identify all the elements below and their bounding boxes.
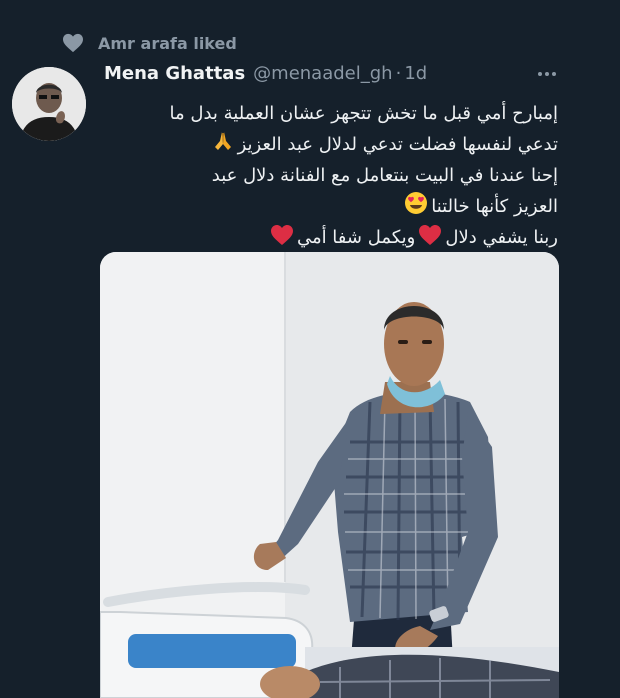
tweet-text: إمبارح أمي قبل ما تخش تتجهز عشان العملية… xyxy=(104,98,558,253)
tweet-header: Mena Ghattas @menaadel_gh · 1d xyxy=(104,63,427,84)
header-separator: · xyxy=(395,63,402,84)
tweet-photo[interactable] xyxy=(100,252,559,698)
tweet-line-2-text: تدعي لنفسها فضلت تدعي لدلال عبد العزيز xyxy=(237,134,558,155)
tweet-line-3: إحنا عندنا في البيت بنتعامل مع الفنانة د… xyxy=(211,165,558,186)
tweet-time[interactable]: 1d xyxy=(404,63,427,84)
more-options-icon[interactable] xyxy=(536,68,558,80)
red-heart-emoji xyxy=(270,224,294,246)
tweet-line-2: تدعي لنفسها فضلت تدعي لدلال عبد العزيز xyxy=(104,129,558,160)
avatar[interactable] xyxy=(12,67,86,141)
tweet-line-5-text-a: ربنا يشفي دلال xyxy=(445,227,558,248)
red-heart-emoji xyxy=(418,224,442,246)
tweet-line-4-text: العزيز كأنها خالتنا xyxy=(431,196,558,217)
social-context: Amr arafa liked xyxy=(62,33,237,53)
tweet-line-4: العزيز كأنها خالتنا xyxy=(104,191,558,222)
tweet-line-5-text-b: ويكمل شفا أمي xyxy=(296,227,416,248)
folded-hands-emoji xyxy=(211,129,235,153)
heart-eyes-emoji xyxy=(404,191,428,215)
author-handle[interactable]: @menaadel_gh xyxy=(253,63,392,84)
tweet-line-5: ربنا يشفي دلال ويكمل شفا أمي xyxy=(104,222,558,253)
tweet-line-1: إمبارح أمي قبل ما تخش تتجهز عشان العملية… xyxy=(169,103,558,124)
author-name[interactable]: Mena Ghattas xyxy=(104,63,245,84)
social-context-text[interactable]: Amr arafa liked xyxy=(98,34,237,53)
heart-icon xyxy=(62,33,84,53)
